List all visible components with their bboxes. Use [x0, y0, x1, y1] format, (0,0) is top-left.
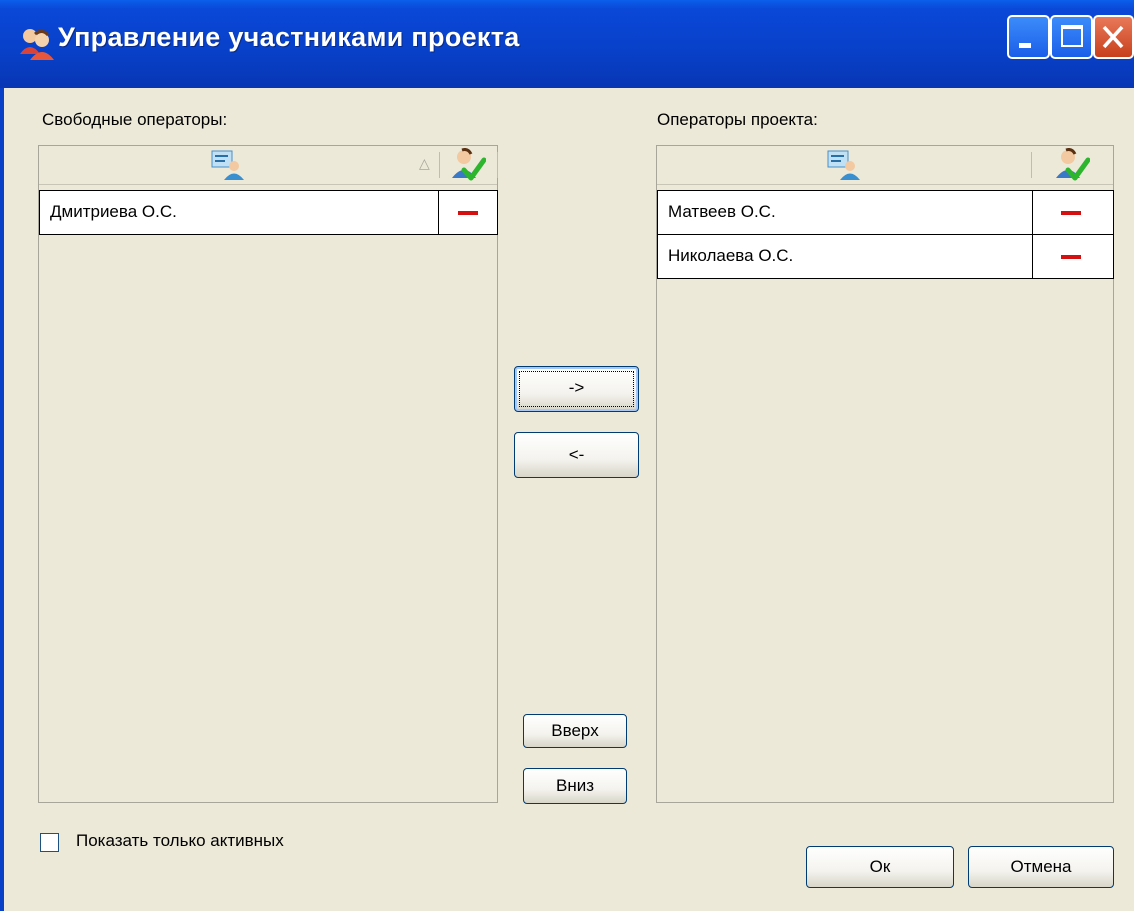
- minimize-icon: [1019, 43, 1031, 48]
- operator-card-icon: [827, 150, 860, 180]
- inactive-dash-icon: [458, 211, 478, 215]
- active-operator-icon: [452, 148, 486, 181]
- cell-separator: [1032, 191, 1033, 234]
- cancel-button[interactable]: Отмена: [968, 846, 1114, 888]
- show-active-only-label[interactable]: Показать только активных: [76, 831, 284, 851]
- move-up-label: Вверх: [551, 721, 599, 740]
- ok-label: Ок: [869, 857, 891, 876]
- active-column-header[interactable]: [440, 146, 497, 184]
- window-title: Управление участниками проекта: [58, 22, 520, 52]
- users-icon: [20, 29, 54, 60]
- inactive-dash-icon: [1061, 211, 1081, 215]
- add-to-project-label: ->: [568, 378, 585, 397]
- table-row[interactable]: Дмитриева О.С.: [39, 190, 498, 235]
- cell-separator: [438, 191, 439, 234]
- show-active-only-checkbox[interactable]: [40, 833, 59, 852]
- active-column-header[interactable]: [1032, 146, 1113, 184]
- operator-name-column-header[interactable]: △: [39, 146, 439, 184]
- free-operators-grid[interactable]: △ Дмитриева О.С.: [38, 145, 498, 803]
- operator-name-column-header[interactable]: [657, 146, 1031, 184]
- active-operator-icon: [1056, 148, 1090, 181]
- cancel-label: Отмена: [1010, 857, 1072, 876]
- sort-ascending-icon: △: [419, 155, 430, 171]
- grid-header: [657, 146, 1113, 185]
- project-operators-label: Операторы проекта:: [657, 110, 818, 129]
- title-bar[interactable]: Управление участниками проекта: [0, 0, 1134, 88]
- free-operators-label: Свободные операторы:: [42, 110, 228, 129]
- maximize-button[interactable]: [1050, 15, 1093, 59]
- project-operators-grid[interactable]: Матвеев О.С. Николаева О.С.: [656, 145, 1114, 803]
- operator-card-icon: [211, 150, 244, 180]
- operator-name: Николаева О.С.: [668, 246, 794, 265]
- minimize-button[interactable]: [1007, 15, 1050, 59]
- operator-name: Матвеев О.С.: [668, 202, 776, 221]
- table-row[interactable]: Матвеев О.С.: [657, 190, 1114, 235]
- table-row[interactable]: Николаева О.С.: [657, 234, 1114, 279]
- remove-from-project-button[interactable]: <-: [514, 432, 639, 478]
- close-button[interactable]: [1093, 15, 1134, 59]
- move-up-button[interactable]: Вверх: [523, 714, 627, 748]
- add-to-project-button[interactable]: ->: [514, 366, 639, 412]
- maximize-icon: [1061, 25, 1083, 47]
- dialog-window: Управление участниками проекта Свободные…: [0, 0, 1134, 911]
- operator-name: Дмитриева О.С.: [50, 202, 177, 221]
- grid-header: △: [39, 146, 498, 185]
- cell-separator: [1032, 235, 1033, 278]
- column-separator: [497, 152, 498, 178]
- inactive-dash-icon: [1061, 255, 1081, 259]
- ok-button[interactable]: Ок: [806, 846, 954, 888]
- move-down-button[interactable]: Вниз: [523, 768, 627, 804]
- move-down-label: Вниз: [555, 776, 595, 795]
- close-icon: [1102, 25, 1124, 49]
- remove-from-project-label: <-: [568, 445, 585, 464]
